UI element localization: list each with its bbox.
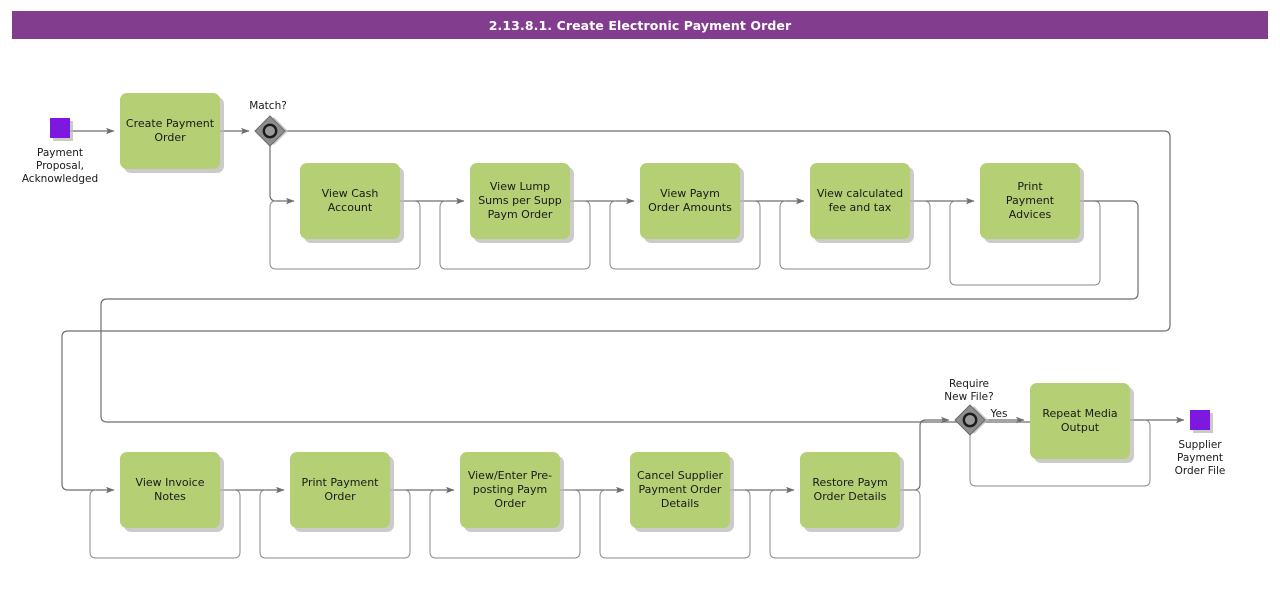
data-object-end-label-line: Payment bbox=[1177, 452, 1223, 464]
task-label-line: Payment Order bbox=[639, 483, 722, 496]
task-print-payment-order[interactable]: Print Payment Order bbox=[290, 452, 394, 532]
data-object-supplier-payment-order-file[interactable] bbox=[1190, 410, 1213, 433]
gateway-require-new-file[interactable] bbox=[954, 404, 988, 436]
task-label-line: Create Payment bbox=[126, 117, 215, 130]
task-label-line: View/Enter Pre- bbox=[468, 469, 552, 482]
task-label-line: View Lump bbox=[490, 180, 550, 193]
flow-match-to-view-cash-account bbox=[269, 146, 295, 205]
task-label-line: Order bbox=[324, 490, 356, 503]
task-label-line: Payment bbox=[1006, 194, 1055, 207]
task-label-line: Order bbox=[154, 131, 186, 144]
task-label-line: View Invoice bbox=[136, 476, 205, 489]
task-print-payment-advices[interactable]: Print Payment Advices bbox=[980, 163, 1084, 243]
task-view-lump-sums-per-supp-paym-order[interactable]: View Lump Sums per Supp Paym Order bbox=[470, 163, 574, 243]
task-label-line: Paym Order bbox=[488, 208, 553, 221]
task-label-line: View Cash bbox=[322, 187, 379, 200]
task-label-line: Repeat Media bbox=[1042, 407, 1117, 420]
task-label-line: Account bbox=[328, 201, 373, 214]
task-label-line: Sums per Supp bbox=[478, 194, 562, 207]
gateway-require-new-file-label-line: New File? bbox=[944, 391, 993, 403]
data-object-start-label-line: Proposal, bbox=[36, 160, 84, 172]
task-label-line: View calculated bbox=[817, 187, 903, 200]
task-view-cash-account[interactable]: View Cash Account bbox=[300, 163, 404, 243]
edge-label-yes: Yes bbox=[990, 408, 1008, 420]
gateway-require-new-file-label-line: Require bbox=[949, 378, 989, 390]
task-label-line: Cancel Supplier bbox=[637, 469, 724, 482]
task-view-enter-pre-posting-paym-order[interactable]: View/Enter Pre- posting Paym Order bbox=[460, 452, 564, 532]
task-view-paym-order-amounts[interactable]: View Paym Order Amounts bbox=[640, 163, 744, 243]
data-object-end-label-line: Order File bbox=[1175, 465, 1226, 477]
task-label-line: posting Paym bbox=[473, 483, 547, 496]
task-view-invoice-notes[interactable]: View Invoice Notes bbox=[120, 452, 224, 532]
task-label-line: Order Amounts bbox=[648, 201, 732, 214]
gateway-match[interactable] bbox=[254, 115, 288, 147]
task-label-line: View Paym bbox=[660, 187, 720, 200]
task-label-line: Advices bbox=[1009, 208, 1052, 221]
process-flow-diagram: Create Payment Order View Cash Account V… bbox=[22, 93, 1226, 559]
gateway-match-label: Match? bbox=[249, 100, 287, 112]
task-create-payment-order[interactable]: Create Payment Order bbox=[120, 93, 224, 173]
data-object-end-label-line: Supplier bbox=[1178, 439, 1222, 451]
data-object-start-label-line: Payment bbox=[37, 147, 83, 159]
task-label-line: Order bbox=[494, 497, 526, 510]
task-view-calculated-fee-and-tax[interactable]: View calculated fee and tax bbox=[810, 163, 914, 243]
tasks-row-2: View Invoice Notes Print Payment Order V… bbox=[120, 452, 904, 532]
task-cancel-supplier-payment-order-details[interactable]: Cancel Supplier Payment Order Details bbox=[630, 452, 734, 532]
task-restore-paym-order-details[interactable]: Restore Paym Order Details bbox=[800, 452, 904, 532]
task-label-line: fee and tax bbox=[829, 201, 892, 214]
task-label-line: Notes bbox=[154, 490, 186, 503]
diagram-canvas: 2.13.8.1. Create Electronic Payment Orde… bbox=[0, 0, 1280, 590]
task-label-line: Details bbox=[661, 497, 699, 510]
data-object-start-label-line: Acknowledged bbox=[22, 173, 98, 185]
task-label-line: Output bbox=[1061, 421, 1100, 434]
task-label-line: Print Payment bbox=[302, 476, 380, 489]
task-label-line: Restore Paym bbox=[812, 476, 887, 489]
tasks-row-1: Create Payment Order View Cash Account V… bbox=[120, 93, 1084, 243]
data-object-payment-proposal-acknowledged[interactable] bbox=[50, 118, 73, 141]
task-repeat-media-output[interactable]: Repeat Media Output bbox=[1030, 383, 1134, 463]
flow-restore-to-require-new-file bbox=[900, 416, 950, 491]
task-label-line: Print bbox=[1017, 180, 1043, 193]
task-label-line: Order Details bbox=[814, 490, 887, 503]
